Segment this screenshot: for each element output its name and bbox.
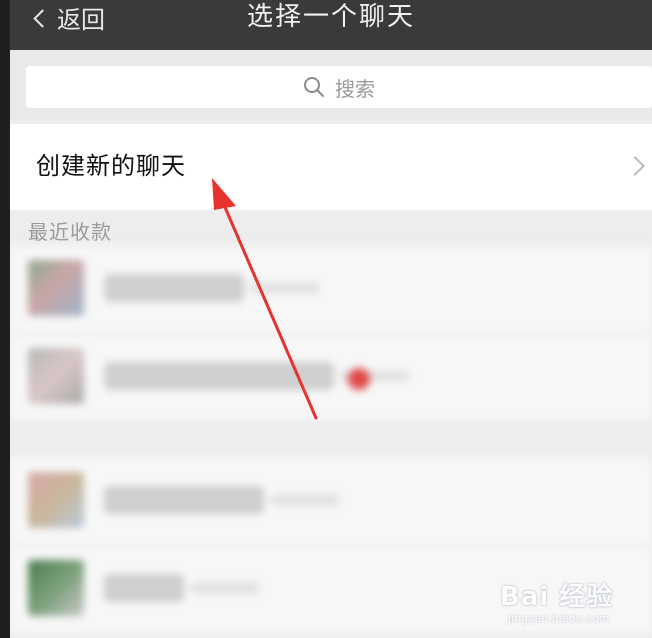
nav-bar: 返回 选择一个聊天 bbox=[10, 0, 652, 50]
watermark-logo: Bai 经验 bbox=[500, 582, 614, 612]
contact-name bbox=[104, 362, 410, 390]
chevron-right-icon bbox=[625, 156, 645, 176]
search-icon bbox=[304, 77, 324, 97]
avatar bbox=[28, 260, 84, 316]
screen: 返回 选择一个聊天 搜索 创建新的聊天 最近收款 bbox=[10, 0, 652, 638]
contact-name bbox=[104, 574, 260, 602]
contact-name bbox=[104, 274, 320, 302]
avatar bbox=[28, 348, 84, 404]
contact-row[interactable] bbox=[10, 458, 652, 547]
section-header-recent: 最近收款 bbox=[10, 210, 652, 246]
avatar bbox=[28, 560, 84, 616]
contact-name bbox=[104, 486, 340, 514]
watermark: Bai 经验 jingyan.baidu.com bbox=[488, 566, 638, 632]
contact-row[interactable] bbox=[10, 334, 652, 423]
contact-row[interactable] bbox=[10, 246, 652, 335]
section-label: 最近收款 bbox=[28, 220, 112, 244]
watermark-url: jingyan.baidu.com bbox=[508, 612, 610, 625]
unread-badge bbox=[348, 368, 370, 390]
section-header-second bbox=[10, 422, 652, 458]
create-chat-label: 创建新的聊天 bbox=[36, 152, 186, 180]
avatar bbox=[28, 472, 84, 528]
search-input[interactable]: 搜索 bbox=[26, 66, 652, 108]
search-placeholder: 搜索 bbox=[335, 76, 375, 101]
page-title: 选择一个聊天 bbox=[246, 2, 415, 32]
create-chat-row[interactable]: 创建新的聊天 bbox=[10, 124, 652, 210]
search-bar: 搜索 bbox=[10, 50, 652, 120]
